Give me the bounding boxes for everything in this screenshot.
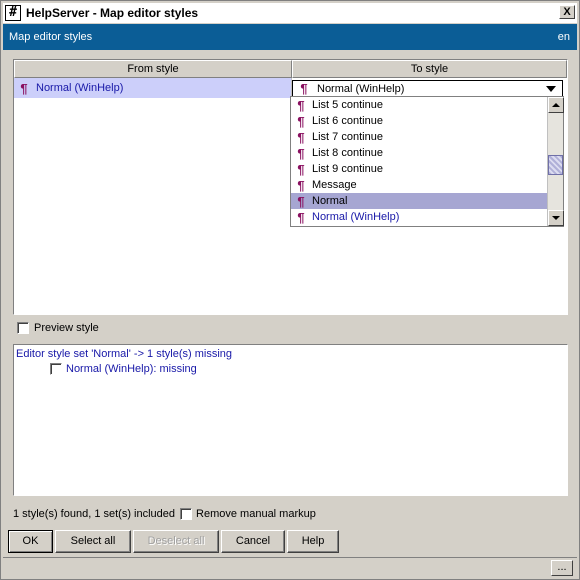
arrow-down-icon [552,216,560,220]
cancel-button[interactable]: Cancel [221,530,285,553]
column-header-to-style[interactable]: To style [292,60,567,78]
help-button[interactable]: Help [287,530,339,553]
deselect-all-button: Deselect all [133,530,219,553]
dropdown-option[interactable]: ¶ List 9 continue [291,161,547,177]
dropdown-option-label: List 6 continue [312,115,383,127]
table-row-from-style[interactable]: ¶ Normal (WinHelp) [14,78,292,98]
status-text: 1 style(s) found, 1 set(s) included [13,508,176,520]
missing-style-item: Normal (WinHelp): missing [50,363,197,375]
paragraph-style-icon: ¶ [297,129,305,145]
dropdown-option-label: Normal [312,195,348,207]
paragraph-style-icon: ¶ [297,161,305,177]
header-title: Map editor styles [9,31,93,43]
window-title: HelpServer - Map editor styles [26,6,199,20]
ok-button[interactable]: OK [8,530,53,553]
scrollbar-thumb[interactable] [548,155,563,175]
dropdown-scrollbar[interactable] [547,97,564,226]
dropdown-option-label: Normal (WinHelp) [312,211,400,223]
missing-style-checkbox[interactable] [50,363,62,375]
preview-style-checkbox[interactable] [17,321,29,334]
close-button[interactable]: X [559,5,575,19]
column-header-from-style[interactable]: From style [14,60,292,78]
paragraph-style-icon: ¶ [297,113,305,129]
to-style-dropdown[interactable]: ¶ Normal (WinHelp) [292,80,563,97]
dialog-header: Map editor styles en [3,24,577,50]
dialog-window: # HelpServer - Map editor styles X Map e… [0,0,580,580]
dropdown-option[interactable]: ¶ Normal (WinHelp) [291,209,547,225]
message-panel: Editor style set 'Normal' -> 1 style(s) … [13,344,568,496]
table-cell-to-style: ¶ Normal (WinHelp) [292,78,567,98]
dropdown-option-label: List 8 continue [312,147,383,159]
preview-style-label[interactable]: Preview style [34,322,99,334]
dropdown-option[interactable]: ¶ List 6 continue [291,113,547,129]
helpserver-app-icon: # [5,5,21,21]
paragraph-style-icon: ¶ [297,145,305,161]
select-all-button[interactable]: Select all [55,530,131,553]
paragraph-style-icon: ¶ [297,177,305,193]
message-line: Editor style set 'Normal' -> 1 style(s) … [16,348,233,360]
dropdown-option-label: List 9 continue [312,163,383,175]
ellipsis-button[interactable]: ... [551,560,573,576]
dropdown-option-label: List 7 continue [312,131,383,143]
title-bar: # HelpServer - Map editor styles X [3,3,577,23]
dropdown-option[interactable]: ¶ Message [291,177,547,193]
language-code: en [557,31,570,43]
scroll-up-button[interactable] [548,97,564,113]
remove-manual-markup-checkbox[interactable] [180,508,193,520]
dropdown-option-label: Message [312,179,357,191]
bottom-strip: ... [3,557,577,577]
from-style-label: Normal (WinHelp) [36,82,124,94]
to-style-selected-value: Normal (WinHelp) [317,82,405,95]
status-line: 1 style(s) found, 1 set(s) included Remo… [13,506,316,522]
missing-style-label: Normal (WinHelp): missing [66,363,197,375]
preview-style-bar: Preview style [13,317,568,338]
dropdown-option[interactable]: ¶ List 7 continue [291,129,547,145]
paragraph-style-icon: ¶ [297,193,305,209]
dropdown-option[interactable]: ¶ List 8 continue [291,145,547,161]
paragraph-style-icon: ¶ [297,97,305,113]
paragraph-style-icon: ¶ [297,209,305,225]
paragraph-style-icon: ¶ [300,81,308,96]
paragraph-style-icon: ¶ [20,80,28,96]
to-style-dropdown-list[interactable]: ¶ List 5 continue ¶ List 6 continue ¶ Li… [290,96,564,227]
remove-manual-markup-label[interactable]: Remove manual markup [196,508,316,520]
arrow-up-icon [552,103,560,107]
dropdown-option-selected[interactable]: ¶ Normal [291,193,547,209]
dropdown-option[interactable]: ¶ List 5 continue [291,97,547,113]
button-row: OK Select all Deselect all Cancel Help [8,530,341,553]
scroll-down-button[interactable] [548,210,564,226]
chevron-down-icon[interactable] [546,86,556,92]
dropdown-option-label: List 5 continue [312,99,383,111]
